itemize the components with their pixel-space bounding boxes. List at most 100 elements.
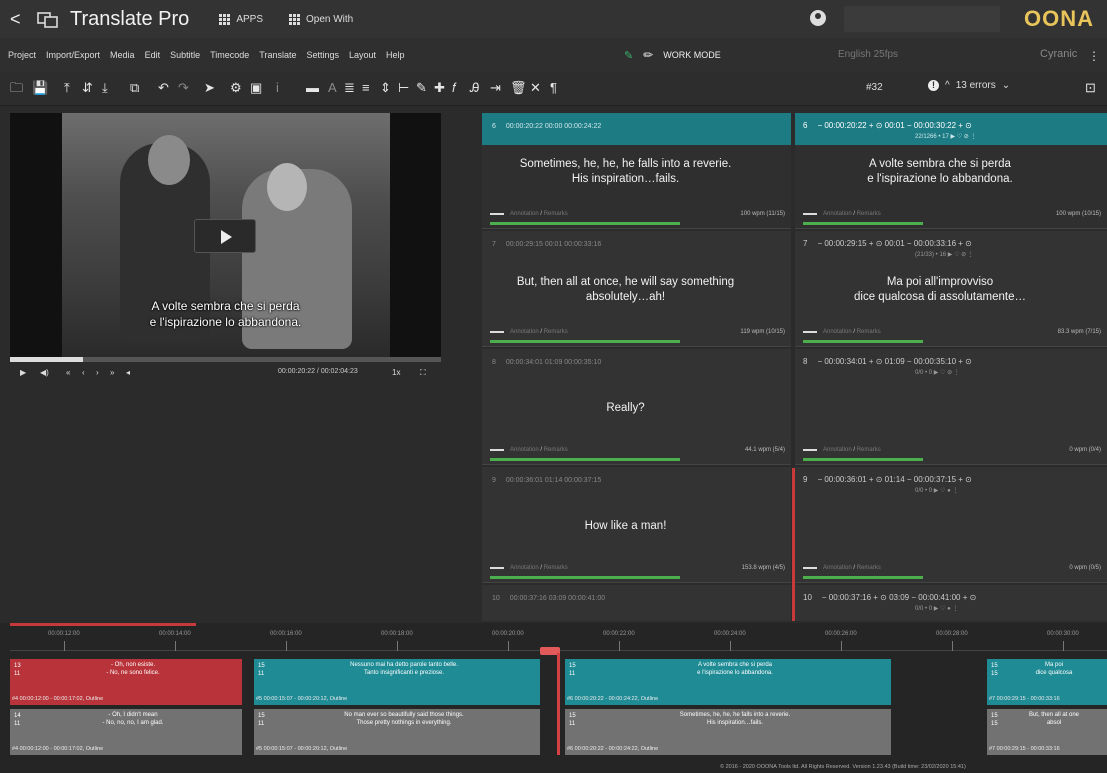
menu-item-translate[interactable]: Translate bbox=[259, 50, 296, 60]
playback-speed[interactable]: 1x bbox=[392, 368, 400, 377]
segment-timecodes[interactable]: − 00:00:29:15 + ⊙ 00:01 − 00:00:33:16 + … bbox=[817, 239, 971, 248]
text-size-icon[interactable]: A bbox=[328, 81, 337, 95]
segment-timecodes[interactable]: − 00:00:20:22 + ⊙ 00:01 − 00:00:30:22 + … bbox=[817, 121, 971, 130]
menu-item-settings[interactable]: Settings bbox=[306, 50, 339, 60]
image-icon[interactable]: ▣ bbox=[250, 81, 262, 95]
annotation-remarks[interactable]: Annotation / Remarks bbox=[823, 565, 881, 571]
source-segment[interactable]: 9 00:00:36:01 01:14 00:00:37:15 How like a… bbox=[482, 467, 791, 583]
apps-button[interactable]: APPS bbox=[219, 13, 263, 25]
target-text-line[interactable]: A volte sembra che si perda bbox=[803, 157, 1077, 172]
menu-item-import-export[interactable]: Import/Export bbox=[46, 50, 100, 60]
target-segment-stats[interactable]: 22/1266 • 17 ▶ ♡ ⊘ ⋮ bbox=[915, 133, 977, 140]
font-selector[interactable]: Cyranic bbox=[1040, 48, 1077, 60]
find-icon[interactable]: Ꭿ bbox=[470, 81, 479, 95]
annotation-link[interactable]: Annotation bbox=[510, 565, 539, 571]
timeline[interactable]: 00:00:12:00 00:00:14:00 00:00:16:00 00:00:1… bbox=[0, 623, 1107, 773]
open-folder-icon[interactable]: 🗀 bbox=[10, 81, 23, 95]
target-segment[interactable]: 7 − 00:00:29:15 + ⊙ 00:01 − 00:00:33:16 +… bbox=[795, 231, 1107, 347]
account-icon[interactable] bbox=[810, 10, 826, 26]
source-segment[interactable]: 7 00:00:29:15 00:01 00:00:33:16 But, then … bbox=[482, 231, 791, 347]
target-segment-stats[interactable]: (21/33) • 16 ▶ ♡ ⊘ ⋮ bbox=[915, 251, 974, 258]
import-icon[interactable]: ⇵ bbox=[82, 81, 93, 95]
segment-timecodes[interactable]: 00:00:29:15 00:01 00:00:33:16 bbox=[506, 241, 601, 248]
copy-icon[interactable]: ⧉ bbox=[130, 81, 139, 95]
paragraph-icon[interactable]: ¶ bbox=[550, 81, 557, 95]
target-text-line[interactable]: e l'ispirazione lo abbandona. bbox=[803, 172, 1077, 187]
remarks-link[interactable]: Remarks bbox=[857, 565, 881, 571]
timeline-subtitle-block[interactable]: 15 11 Sometimes, he, he, he falls into a … bbox=[565, 709, 891, 755]
close-icon[interactable]: ✕ bbox=[530, 81, 541, 95]
menu-item-timecode[interactable]: Timecode bbox=[210, 50, 249, 60]
segment-timecodes[interactable]: − 00:00:36:01 + ⊙ 01:14 − 00:00:37:15 + … bbox=[817, 475, 971, 484]
menu-item-layout[interactable]: Layout bbox=[349, 50, 376, 60]
annotation-remarks[interactable]: Annotation / Remarks bbox=[510, 565, 568, 571]
target-segment[interactable]: 8 − 00:00:34:01 + ⊙ 01:09 − 00:00:35:10 +… bbox=[795, 349, 1107, 465]
play-button[interactable] bbox=[194, 219, 256, 253]
remarks-link[interactable]: Remarks bbox=[544, 211, 568, 217]
menu-item-help[interactable]: Help bbox=[386, 50, 405, 60]
annotation-link[interactable]: Annotation bbox=[823, 329, 852, 335]
target-segment-stats[interactable]: 0/0 • 0 ▶ ♡ ⊘ ⋮ bbox=[915, 369, 960, 376]
back-chevron-icon[interactable]: < bbox=[10, 9, 34, 30]
upload-icon[interactable]: ⤒ bbox=[64, 81, 70, 95]
annotation-remarks[interactable]: Annotation / Remarks bbox=[510, 211, 568, 217]
annotation-remarks[interactable]: Annotation / Remarks bbox=[823, 329, 881, 335]
target-segment-stats[interactable]: 0/0 • 0 ▶ ♡ ● ⋮ bbox=[915, 605, 958, 612]
target-segment[interactable]: 10 − 00:00:37:16 + ⊙ 03:09 − 00:00:41:00 … bbox=[795, 585, 1107, 621]
annotation-remarks[interactable]: Annotation / Remarks bbox=[510, 329, 568, 335]
target-segment-stats[interactable]: 0/0 • 0 ▶ ♡ ● ⋮ bbox=[915, 487, 958, 494]
segment-timecodes[interactable]: − 00:00:37:16 + ⊙ 03:09 − 00:00:41:00 + … bbox=[822, 593, 976, 602]
rewind-icon[interactable]: « bbox=[66, 368, 70, 377]
target-text-line[interactable]: dice qualcosa di assolutamente… bbox=[803, 290, 1077, 305]
align-top-icon[interactable]: ≣ bbox=[344, 81, 355, 95]
annotation-link[interactable]: Annotation bbox=[823, 447, 852, 453]
segment-timecodes[interactable]: − 00:00:34:01 + ⊙ 01:09 − 00:00:35:10 + … bbox=[817, 357, 971, 366]
source-segment[interactable]: 8 00:00:34:01 01:09 00:00:35:10 Really? Ann… bbox=[482, 349, 791, 465]
timeline-subtitle-block[interactable]: 13 11 - Oh, non esiste. - No, ne sono fel… bbox=[10, 659, 242, 705]
annotation-link[interactable]: Annotation bbox=[823, 211, 852, 217]
work-mode[interactable]: ✎ ✏ WORK MODE bbox=[624, 48, 721, 62]
redo-icon[interactable]: ↷ bbox=[178, 81, 189, 95]
fullscreen-icon[interactable]: ⛶ bbox=[420, 368, 426, 378]
timeline-subtitle-block[interactable]: 15 15 But, then all at one absol #7 00:00:… bbox=[987, 709, 1107, 755]
menu-item-edit[interactable]: Edit bbox=[145, 50, 161, 60]
info-icon[interactable]: i bbox=[276, 81, 279, 95]
language-selector[interactable]: English 25fps bbox=[838, 49, 898, 60]
menu-item-media[interactable]: Media bbox=[110, 50, 135, 60]
timeline-subtitle-block[interactable]: 15 11 A volte sembra che si perda e l'isp… bbox=[565, 659, 891, 705]
annotation-remarks[interactable]: Annotation / Remarks bbox=[823, 211, 881, 217]
remarks-link[interactable]: Remarks bbox=[857, 329, 881, 335]
annotation-link[interactable]: Annotation bbox=[510, 211, 539, 217]
remarks-link[interactable]: Remarks bbox=[857, 211, 881, 217]
download-icon[interactable]: ⤓ bbox=[102, 81, 108, 95]
segment-timecodes[interactable]: 00:00:36:01 01:14 00:00:37:15 bbox=[506, 477, 601, 484]
timeline-subtitle-block[interactable]: 14 11 - Oh, I didn't mean - No, no, no, I… bbox=[10, 709, 242, 755]
target-segment[interactable]: 9 − 00:00:36:01 + ⊙ 01:14 − 00:00:37:15 +… bbox=[795, 467, 1107, 583]
step-back-icon[interactable]: ◂ bbox=[126, 368, 130, 377]
source-segment[interactable]: 10 00:00:37:16 03:09 00:00:41:00 bbox=[482, 585, 791, 621]
remarks-link[interactable]: Remarks bbox=[857, 447, 881, 453]
send-icon[interactable]: ➤ bbox=[204, 81, 215, 95]
more-options-icon[interactable]: ⋮ bbox=[1088, 49, 1100, 63]
menu-item-project[interactable]: Project bbox=[8, 50, 36, 60]
vertical-arrows-icon[interactable]: ⇕ bbox=[380, 81, 391, 95]
video-player[interactable]: A volte sembra che si perda e l'ispirazi… bbox=[10, 113, 441, 357]
remarks-link[interactable]: Remarks bbox=[544, 565, 568, 571]
annotation-remarks[interactable]: Annotation / Remarks bbox=[510, 447, 568, 453]
prev-frame-icon[interactable]: ‹ bbox=[82, 368, 85, 377]
layout-toggle-icon[interactable]: ⊡ bbox=[1085, 81, 1096, 95]
add-icon[interactable]: ✚ bbox=[434, 81, 445, 95]
split-icon[interactable]: ⊢ bbox=[398, 81, 409, 95]
segment-timecodes[interactable]: 00:00:20:22 00:00 00:00:24:22 bbox=[506, 123, 601, 130]
timeline-subtitle-block[interactable]: 15 15 Ma poi dice qualcosa #7 00:00:29:15 … bbox=[987, 659, 1107, 705]
annotation-link[interactable]: Annotation bbox=[510, 447, 539, 453]
segment-timecodes[interactable]: 00:00:37:16 03:09 00:00:41:00 bbox=[510, 595, 605, 602]
next-icon[interactable]: ⇥ bbox=[490, 81, 501, 95]
next-frame-icon[interactable]: › bbox=[96, 368, 99, 377]
settings-gear-icon[interactable]: ⚙ bbox=[230, 81, 242, 95]
volume-icon[interactable]: ◀) bbox=[40, 368, 49, 377]
errors-dropdown[interactable]: ! ^ 13 errors ⌄ bbox=[928, 80, 1010, 91]
source-segment[interactable]: 6 00:00:20:22 00:00 00:00:24:22 Sometimes,… bbox=[482, 113, 791, 229]
target-segment[interactable]: 6 − 00:00:20:22 + ⊙ 00:01 − 00:00:30:22 +… bbox=[795, 113, 1107, 229]
open-with-button[interactable]: Open With bbox=[289, 13, 353, 25]
